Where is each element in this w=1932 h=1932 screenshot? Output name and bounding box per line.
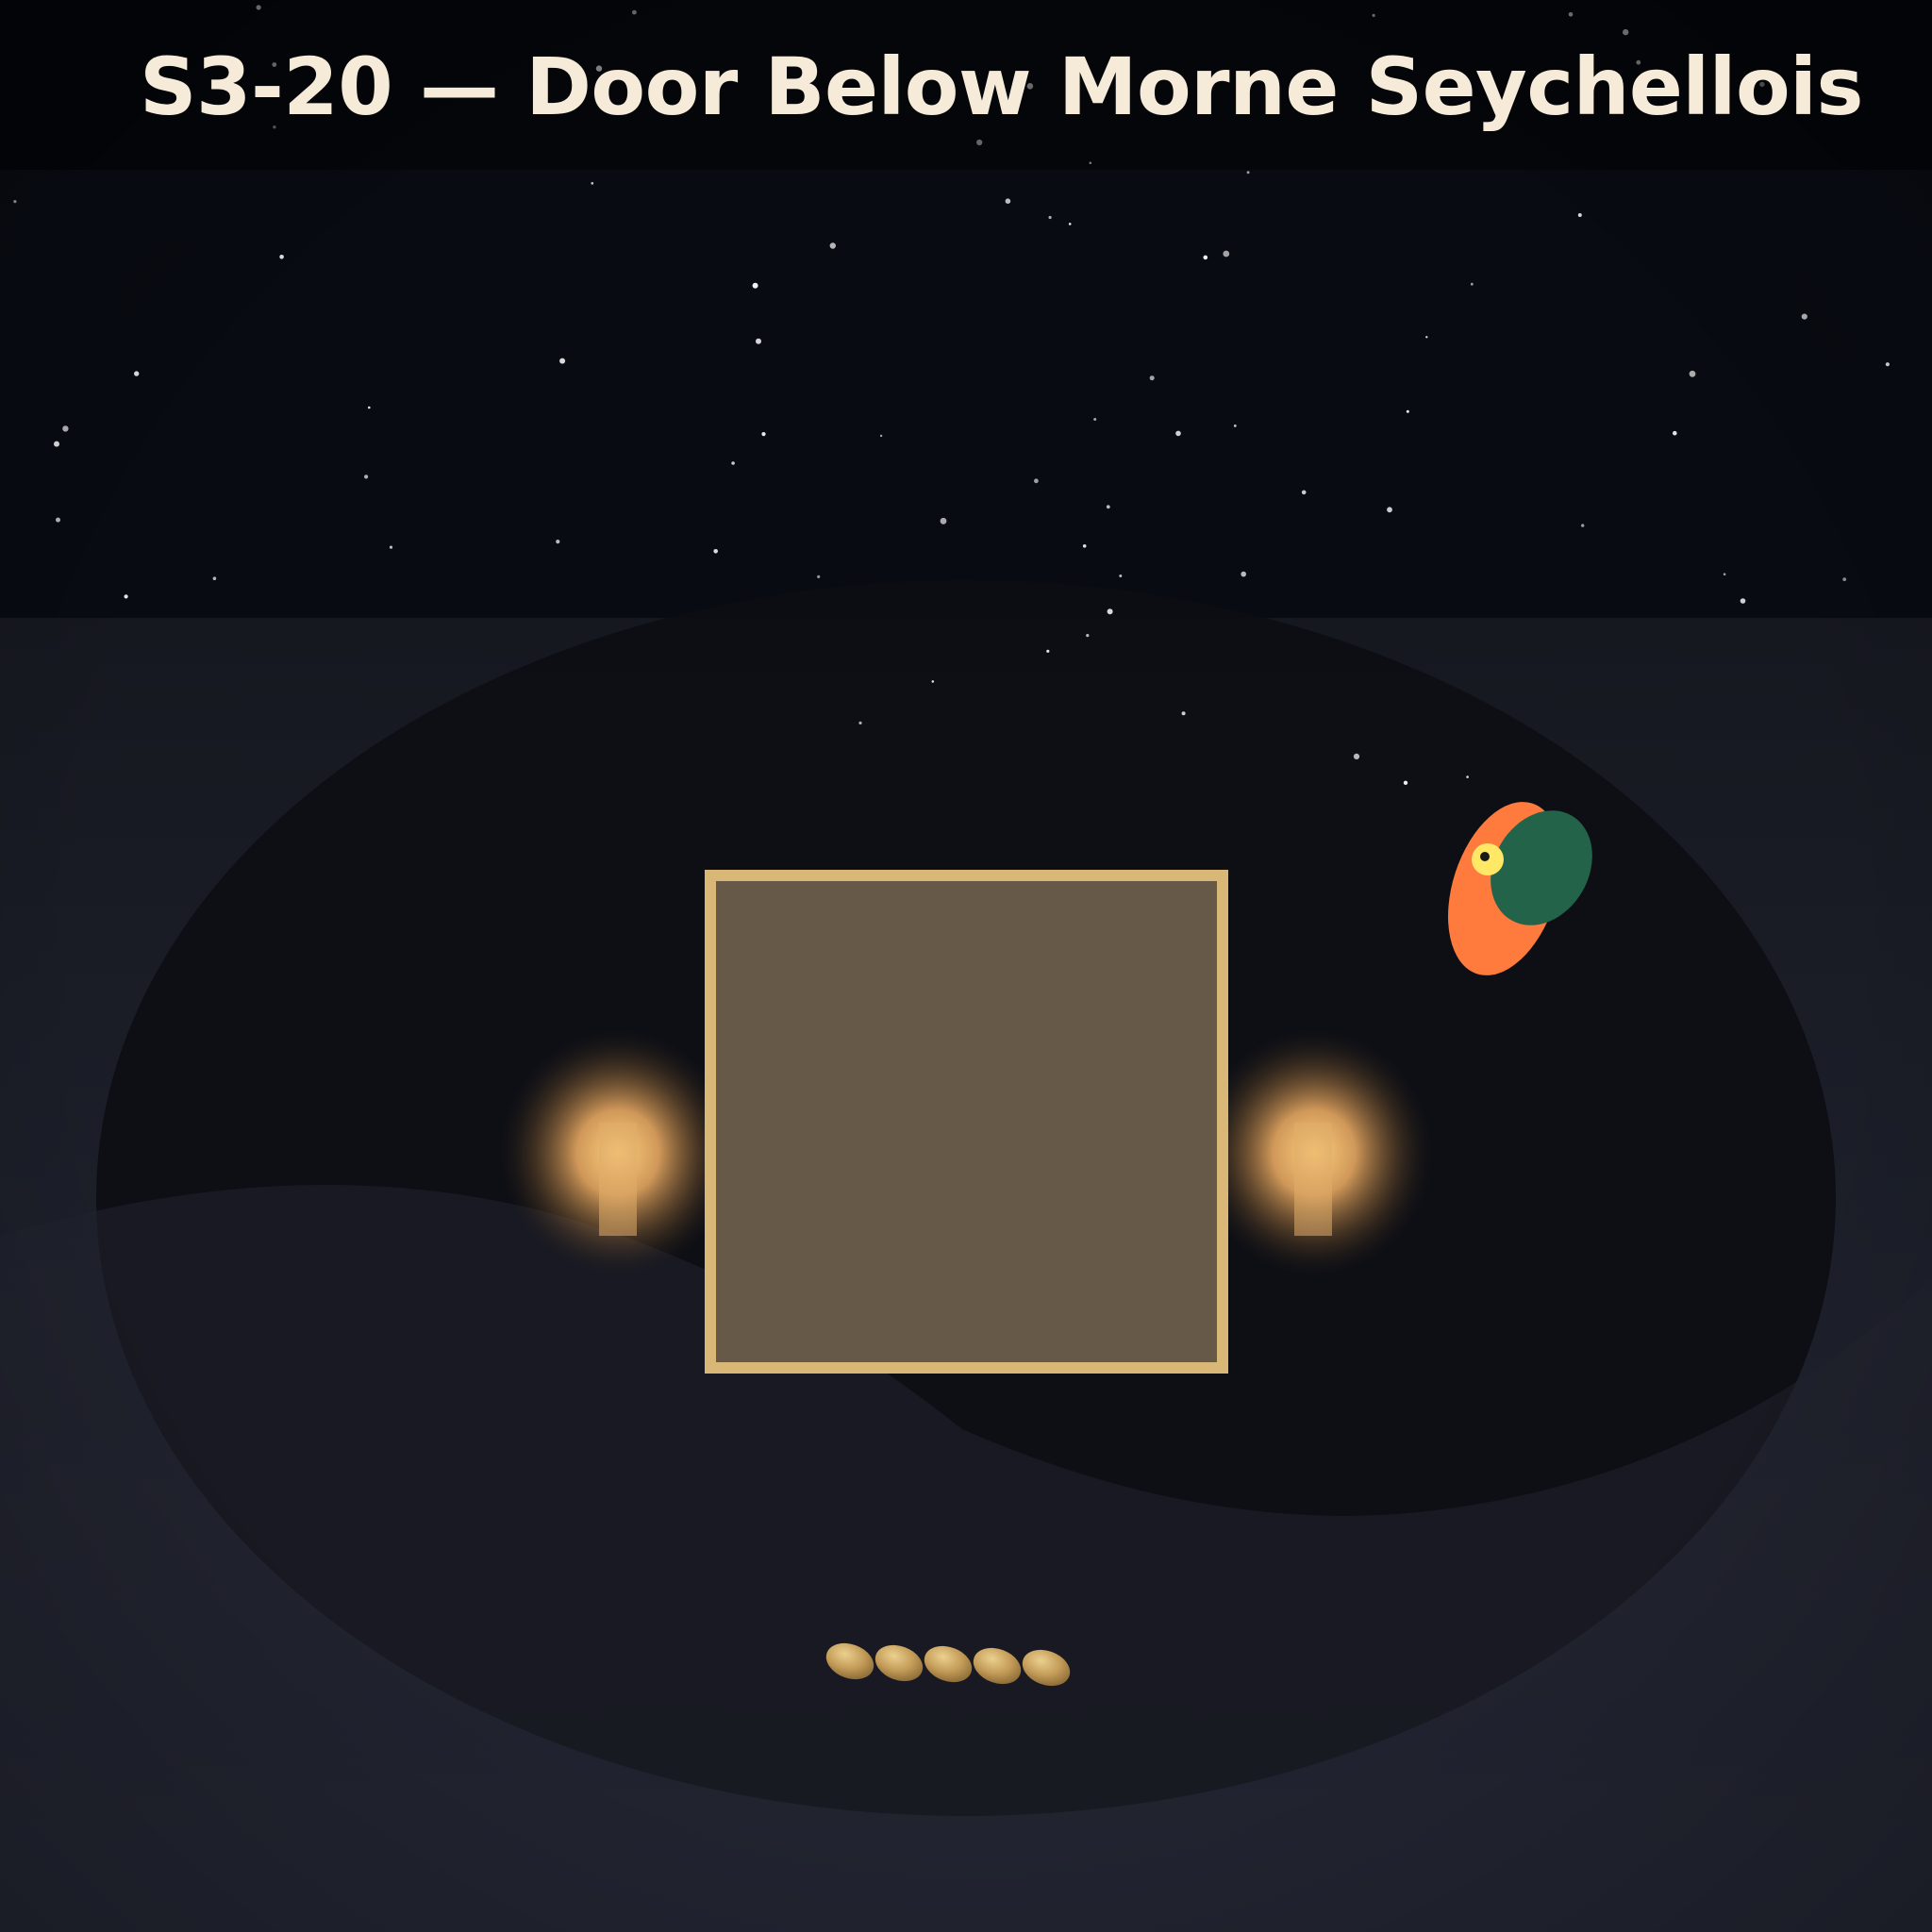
vignette-overlay	[0, 0, 1932, 1932]
title-bar: S3-20 — Door Below Morne Seychellois	[0, 0, 1932, 170]
game-stage[interactable]: S3-20 — Door Below Morne Seychellois	[0, 0, 1932, 1932]
level-title: S3-20 — Door Below Morne Seychellois	[140, 41, 1863, 133]
scene-canvas[interactable]	[0, 0, 1932, 1932]
